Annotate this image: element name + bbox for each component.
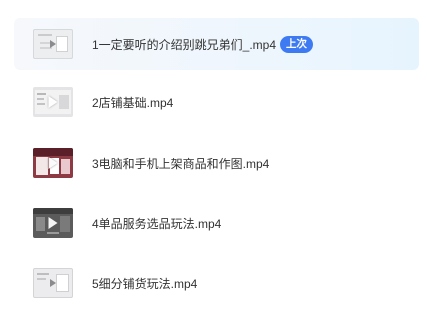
video-list-item[interactable]: 2店铺基础.mp4 bbox=[16, 75, 421, 129]
video-thumbnail-icon bbox=[33, 268, 73, 298]
play-icon bbox=[48, 217, 58, 229]
play-icon bbox=[48, 157, 58, 169]
video-title: 5细分铺货玩法.mp4 bbox=[92, 276, 198, 291]
video-thumbnail-icon bbox=[33, 208, 73, 238]
play-icon bbox=[50, 279, 56, 287]
video-title: 3电脑和手机上架商品和作图.mp4 bbox=[92, 156, 270, 171]
video-title: 2店铺基础.mp4 bbox=[92, 95, 174, 110]
video-thumbnail-icon bbox=[33, 148, 73, 178]
video-list-item[interactable]: 5细分铺货玩法.mp4 bbox=[16, 256, 421, 310]
video-list-item[interactable]: 3电脑和手机上架商品和作图.mp4 bbox=[16, 136, 421, 190]
video-list-item[interactable]: 4单品服务选品玩法.mp4 bbox=[16, 196, 421, 250]
video-thumbnail-icon bbox=[33, 29, 73, 59]
last-watched-badge: 上次 bbox=[280, 35, 314, 53]
video-title: 1一定要听的介绍别跳兄弟们_.mp4 bbox=[92, 37, 277, 52]
play-icon bbox=[50, 40, 56, 48]
video-list-item[interactable]: 1一定要听的介绍别跳兄弟们_.mp4 上次 bbox=[14, 18, 419, 70]
playlist-panel: 1一定要听的介绍别跳兄弟们_.mp4 上次 2店铺基础.mp4 3电脑和手机上架… bbox=[0, 0, 427, 307]
play-icon bbox=[48, 96, 58, 108]
video-thumbnail-icon bbox=[33, 87, 73, 117]
video-title: 4单品服务选品玩法.mp4 bbox=[92, 216, 222, 231]
